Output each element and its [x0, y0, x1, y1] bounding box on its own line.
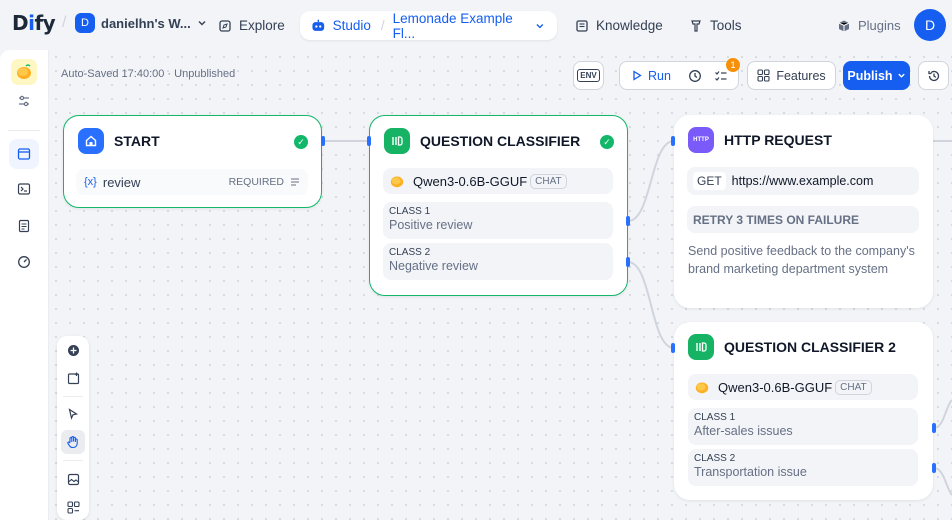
checklist-count-badge: 1 [726, 58, 740, 72]
variable-icon: {x} [84, 176, 97, 188]
model-selector[interactable]: Qwen3-0.6B-GGUF CHAT [383, 168, 613, 194]
sticky-note-icon [67, 372, 79, 384]
class-text: Negative review [389, 259, 478, 273]
classifier-input-handle[interactable] [367, 136, 371, 146]
hand-mode-button[interactable] [61, 430, 85, 454]
retry-setting: RETRY 3 TIMES ON FAILURE [687, 206, 919, 233]
class-text: After-sales issues [694, 424, 793, 438]
hand-icon [67, 436, 78, 449]
start-variable[interactable]: {x} review REQUIRED [76, 169, 308, 195]
classifier2-class1-handle[interactable] [932, 423, 936, 433]
autosave-status: Auto-Saved 17:40:00 · Unpublished [61, 68, 236, 80]
class-item: CLASS 1 After-sales issues [688, 408, 918, 445]
model-selector[interactable]: Qwen3-0.6B-GGUF CHAT [688, 374, 918, 400]
edge-class2-classifier2 [627, 261, 675, 349]
edge-class1-http [627, 140, 675, 222]
required-tag: REQUIRED [228, 176, 284, 188]
history-run-button[interactable] [682, 69, 708, 83]
class-title: CLASS 2 [694, 453, 736, 464]
classifier-icon [384, 128, 410, 154]
model-mode-tag: CHAT [835, 379, 872, 395]
clock-check-icon [689, 69, 701, 82]
env-icon: ENV [577, 69, 600, 82]
run-button[interactable]: Run [620, 69, 682, 83]
classifier2-class2-handle[interactable] [932, 463, 936, 473]
class1-output-handle[interactable] [626, 216, 630, 226]
question-classifier-2-node[interactable]: QUESTION CLASSIFIER 2 Qwen3-0.6B-GGUF CH… [674, 322, 933, 500]
plus-circle-icon [67, 344, 79, 356]
class-text: Positive review [389, 218, 473, 232]
cursor-icon [68, 408, 79, 420]
question-classifier-node[interactable]: QUESTION CLASSIFIER ✓ Qwen3-0.6B-GGUF CH… [369, 115, 628, 296]
class-item: CLASS 2 Negative review [383, 243, 613, 280]
http-input-handle[interactable] [671, 136, 675, 146]
class-title: CLASS 1 [694, 412, 736, 423]
class-text: Transportation issue [694, 465, 807, 479]
variable-name: review [102, 174, 141, 190]
class-title: CLASS 1 [389, 206, 431, 217]
add-node-button[interactable] [61, 338, 85, 362]
class-title: CLASS 2 [389, 247, 431, 258]
http-url: https://www.example.com [731, 174, 874, 188]
divider [63, 396, 83, 397]
start-node[interactable]: START ✓ {x} review REQUIRED [63, 115, 322, 208]
class-item: CLASS 1 Positive review [383, 202, 613, 239]
layout-icon [66, 500, 80, 514]
lemon-icon [390, 176, 404, 188]
success-check-icon: ✓ [600, 135, 614, 149]
publish-button[interactable]: Publish [843, 61, 910, 90]
node-title: QUESTION CLASSIFIER [420, 133, 581, 149]
classifier-icon [688, 334, 714, 360]
publish-label: Publish [847, 68, 893, 83]
node-title: HTTP REQUEST [724, 132, 832, 148]
pointer-mode-button[interactable] [61, 402, 85, 426]
checklist-icon [715, 70, 727, 81]
features-button[interactable]: Features [747, 61, 836, 90]
node-title: QUESTION CLASSIFIER 2 [724, 339, 896, 355]
node-header: QUESTION CLASSIFIER 2 [688, 334, 896, 360]
http-endpoint: GET https://www.example.com [687, 167, 919, 195]
http-method: GET [693, 172, 726, 190]
history-icon [927, 70, 939, 81]
node-header: HTTP HTTP REQUEST [688, 127, 832, 153]
model-mode-tag: CHAT [530, 173, 567, 189]
version-history-button[interactable] [918, 61, 949, 90]
http-request-node[interactable]: HTTP HTTP REQUEST GET https://www.exampl… [674, 115, 933, 308]
class2-output-handle[interactable] [626, 257, 630, 267]
edge-classifier2-out1 [933, 399, 952, 429]
classifier2-input-handle[interactable] [671, 343, 675, 353]
run-group: Run [619, 61, 739, 90]
success-check-icon: ✓ [294, 135, 308, 149]
node-title: START [114, 133, 160, 149]
organize-blocks-button[interactable] [61, 495, 85, 519]
divider [63, 460, 83, 461]
edge-classifier2-out2 [933, 467, 952, 496]
chevron-down-icon [897, 73, 905, 78]
export-image-button[interactable] [61, 467, 85, 491]
text-lines-icon [291, 178, 299, 186]
play-icon [633, 70, 642, 81]
model-name: Qwen3-0.6B-GGUF [718, 379, 833, 395]
grid-icon [757, 69, 770, 82]
run-label: Run [648, 68, 671, 83]
lemon-icon [695, 382, 709, 394]
http-icon: HTTP [688, 127, 714, 153]
class-item: CLASS 2 Transportation issue [688, 449, 918, 486]
model-name: Qwen3-0.6B-GGUF [413, 173, 528, 189]
image-icon [67, 473, 79, 485]
node-description: Send positive feedback to the company's … [688, 244, 915, 276]
canvas-toolbar [57, 336, 89, 520]
features-label: Features [776, 68, 826, 83]
node-header: QUESTION CLASSIFIER [384, 128, 580, 154]
start-output-handle[interactable] [321, 136, 325, 146]
env-button[interactable]: ENV [573, 61, 604, 90]
home-icon [78, 128, 104, 154]
node-header: START [78, 128, 160, 154]
add-note-button[interactable] [61, 366, 85, 390]
